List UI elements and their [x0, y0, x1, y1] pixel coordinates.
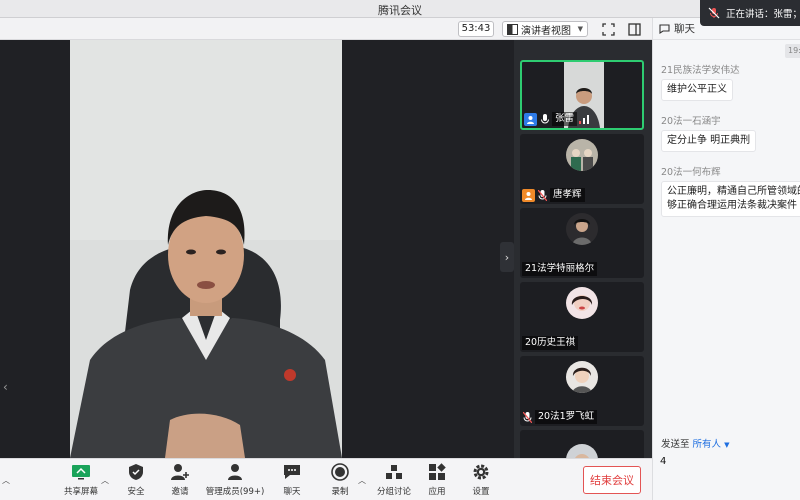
chevron-up-icon[interactable]: ︿	[101, 475, 109, 486]
chat-input[interactable]: 4	[653, 450, 800, 500]
chat-panel: 聊天 19:0 21民族法学安伟达 维护公平正义 20法一石涵宇 定分止争 明正…	[652, 18, 800, 500]
record-icon	[329, 461, 351, 483]
chat-message-bubble: 公正廉明，精通自己所管领域的相 够正确合理运用法条裁决案件	[661, 181, 800, 217]
meeting-toolbar: ︿ 共享屏幕 ︿ 安全 邀请 管理成员(99+) 聊天 录制 ︿ 分组讨论 应用…	[0, 458, 652, 500]
chat-message-bubble: 定分止争 明正典刑	[661, 130, 757, 152]
manage-members-label: 管理成员(99+)	[205, 487, 265, 497]
avatar	[566, 361, 598, 393]
participant-tile[interactable]: 21法学特丽格尔	[520, 208, 644, 278]
participant-name: 唐孝辉	[550, 188, 585, 202]
breakout-rooms-label: 分组讨论	[376, 487, 411, 497]
invite-user-icon	[169, 461, 191, 483]
participant-tile[interactable]: 唐孝辉	[520, 134, 644, 204]
participant-namebar: 20法1罗飞虹	[520, 410, 598, 424]
security-button[interactable]: 安全	[111, 461, 161, 499]
record-label: 录制	[331, 487, 349, 497]
fullscreen-icon[interactable]	[600, 21, 616, 37]
chat-message-sender: 20法一石涵宇	[661, 116, 721, 127]
send-to-label: 发送至	[661, 439, 690, 450]
chat-label: 聊天	[283, 487, 301, 497]
window-title: 腾讯会议	[378, 4, 422, 17]
chevron-down-icon: ▼	[577, 25, 583, 33]
grid-view-icon	[507, 23, 518, 35]
chat-bubble-icon	[659, 23, 670, 34]
participant-name: 张雷	[552, 112, 578, 126]
chat-bubble-icon	[281, 461, 303, 483]
invite-label: 邀请	[171, 487, 189, 497]
apps-button[interactable]: 应用	[412, 461, 462, 499]
signal-strength-icon	[579, 114, 590, 124]
share-screen-icon	[70, 461, 92, 483]
security-label: 安全	[127, 487, 145, 497]
chat-title: 聊天	[674, 23, 695, 35]
chevron-down-icon: ▼	[724, 441, 730, 449]
participant-name: 20历史王祺	[522, 336, 579, 350]
window-titlebar: 腾讯会议	[0, 0, 800, 18]
end-meeting-button[interactable]: 结束会议	[583, 466, 641, 494]
view-mode-label: 演讲者视图	[521, 25, 571, 37]
participant-namebar: 唐孝辉	[520, 188, 585, 202]
meeting-timer: 53:43	[458, 21, 494, 37]
video-top-bar: 53:43 演讲者视图 ▼	[0, 18, 652, 40]
chat-message-line: 够正确合理运用法条裁决案件	[667, 200, 797, 211]
manage-members-icon	[224, 461, 246, 483]
breakout-rooms-icon	[383, 461, 405, 483]
share-screen-button[interactable]: 共享屏幕	[56, 461, 106, 499]
main-speaker-video[interactable]	[70, 40, 342, 458]
participant-tile[interactable]	[520, 430, 644, 458]
view-mode-dropdown[interactable]: 演讲者视图 ▼	[502, 21, 588, 37]
settings-button[interactable]: 设置	[456, 461, 506, 499]
participant-name: 21法学特丽格尔	[522, 262, 598, 276]
chat-message-bubble: 维护公平正义	[661, 79, 733, 101]
chat-message-sender: 20法一何布辉	[661, 167, 721, 178]
mic-icon	[539, 113, 550, 126]
send-to-selector[interactable]: 发送至 所有人 ▼	[661, 436, 729, 450]
send-to-target: 所有人	[692, 439, 722, 450]
chat-time-badge: 19:0	[785, 44, 800, 58]
settings-label: 设置	[472, 487, 490, 497]
collapse-thumbnails-button[interactable]: ›	[500, 242, 514, 272]
chevron-left-icon[interactable]: ‹	[3, 380, 8, 394]
avatar	[566, 287, 598, 319]
chat-message-sender: 21民族法学安伟达	[661, 65, 740, 76]
chevron-up-icon[interactable]: ︿	[358, 475, 366, 486]
avatar	[566, 139, 598, 171]
avatar	[566, 213, 598, 245]
sidebar-toggle-icon[interactable]	[626, 21, 642, 37]
cohost-user-icon	[522, 188, 535, 202]
manage-members-button[interactable]: 管理成员(99+)	[205, 461, 265, 499]
apps-label: 应用	[428, 487, 446, 497]
chevron-up-icon[interactable]: ︿	[2, 475, 10, 486]
speaking-indicator: 正在讲话：张雷；	[700, 0, 800, 26]
participant-namebar: 张雷	[522, 112, 590, 126]
share-screen-label: 共享屏幕	[63, 487, 98, 497]
participant-namebar: 20历史王祺	[520, 336, 579, 350]
security-shield-icon	[125, 461, 147, 483]
participant-namebar: 21法学特丽格尔	[520, 262, 598, 276]
speaking-text: 正在讲话：张雷；	[726, 9, 800, 20]
participant-thumbnails: 张雷 唐孝辉 21法学特丽格尔 20历史王祺 20法1罗飞虹	[514, 40, 652, 458]
participant-tile[interactable]: 20历史王祺	[520, 282, 644, 352]
host-user-icon	[524, 112, 537, 126]
participant-tile[interactable]: 张雷	[520, 60, 644, 130]
mic-muted-icon	[522, 411, 533, 424]
invite-button[interactable]: 邀请	[155, 461, 205, 499]
chat-button[interactable]: 聊天	[267, 461, 317, 499]
chat-message-line: 公正廉明，精通自己所管领域的相	[667, 186, 800, 197]
participant-tile[interactable]: 20法1罗飞虹	[520, 356, 644, 426]
mic-off-icon	[708, 6, 720, 20]
apps-icon	[426, 461, 448, 483]
mic-muted-icon	[537, 189, 548, 202]
participant-name: 20法1罗飞虹	[535, 410, 598, 424]
avatar	[566, 444, 598, 458]
settings-gear-icon	[470, 461, 492, 483]
